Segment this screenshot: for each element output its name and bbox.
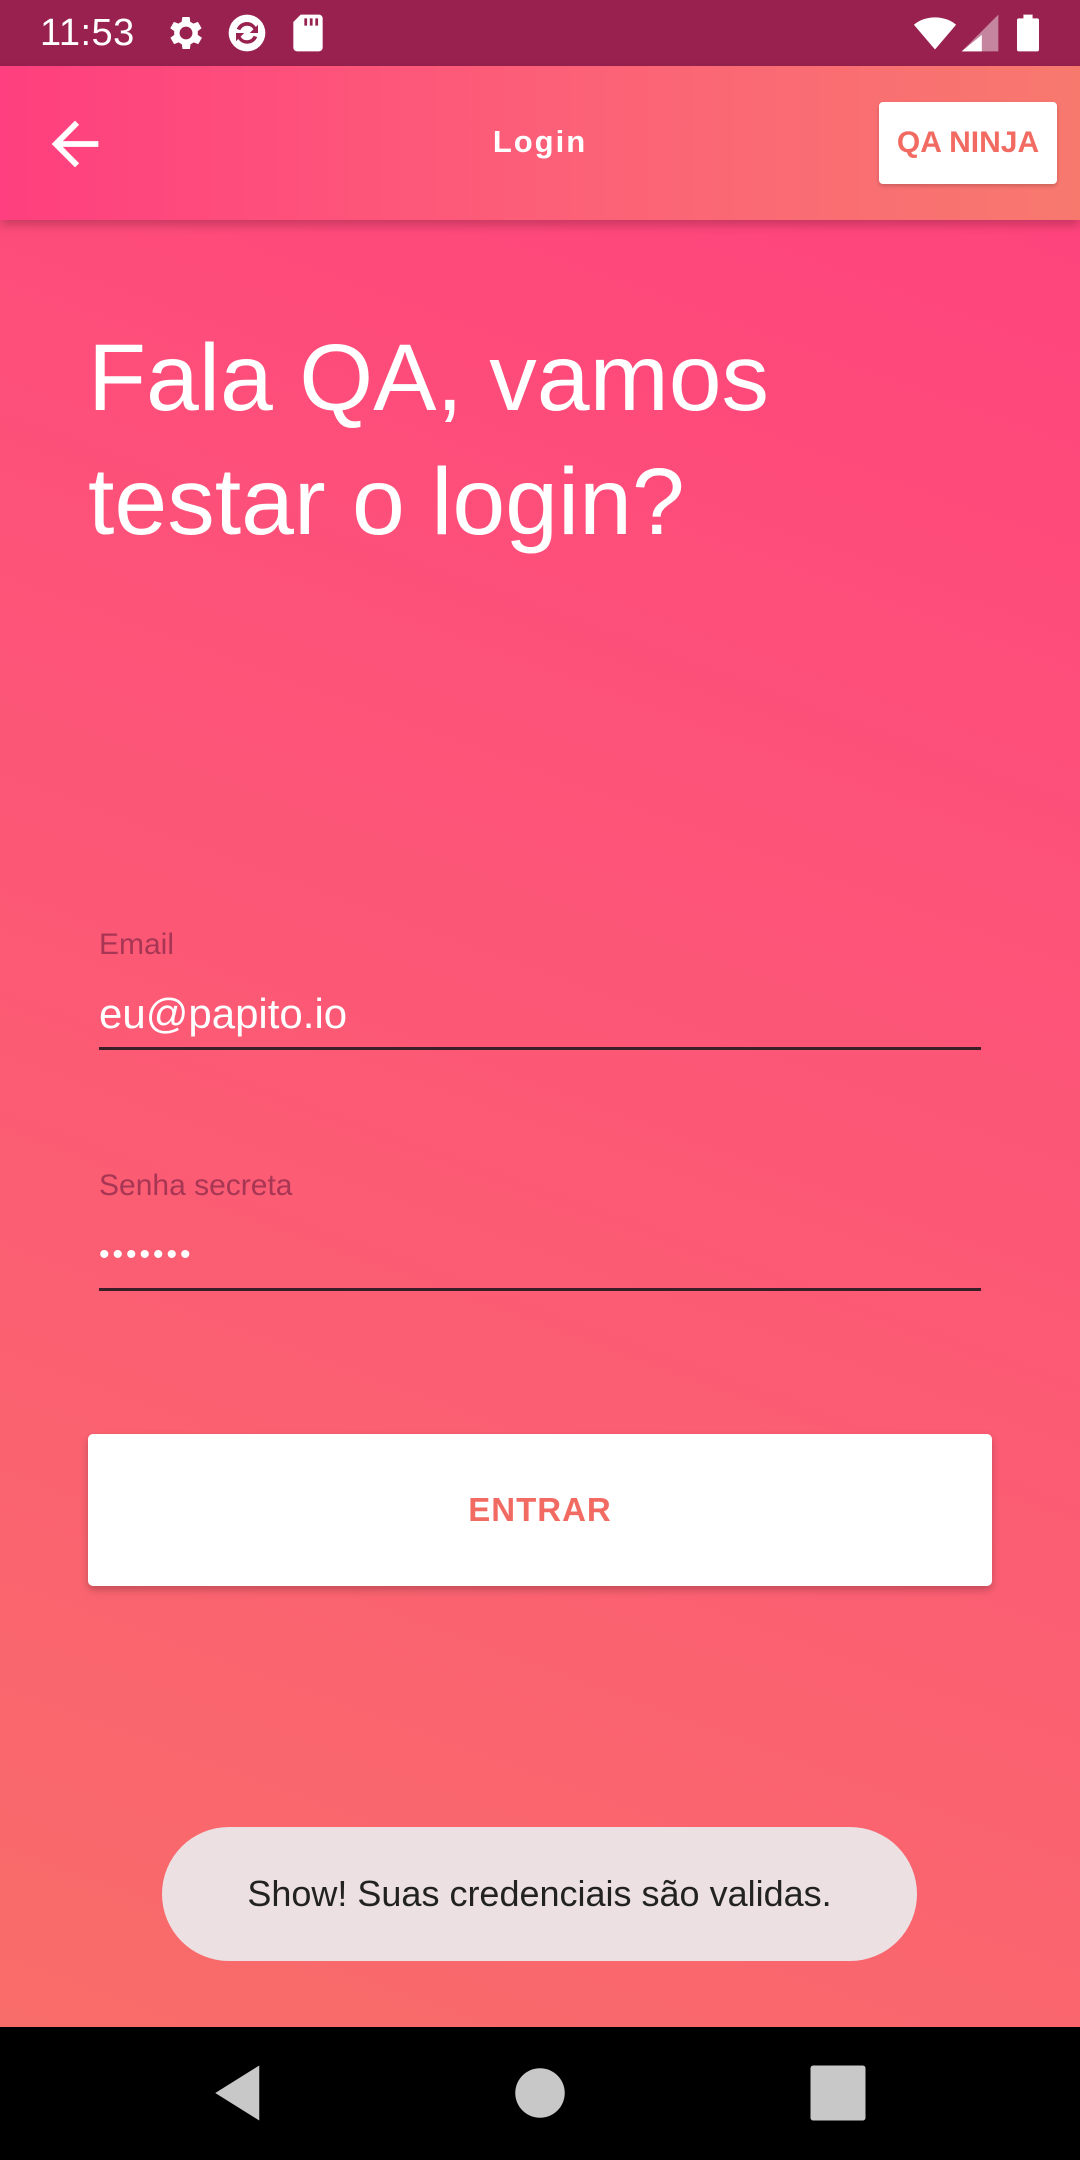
back-triangle-icon <box>215 2065 260 2121</box>
enter-button[interactable]: ENTRAR <box>88 1434 992 1586</box>
recents-square-icon <box>810 2065 866 2121</box>
home-circle-icon <box>515 2068 565 2118</box>
nav-home-button[interactable] <box>507 2060 573 2126</box>
cellular-signal-icon <box>958 11 1002 55</box>
password-field[interactable] <box>99 1221 981 1291</box>
system-nav-bar <box>0 2027 1080 2160</box>
password-label: Senha secreta <box>99 1169 293 1202</box>
toast-message: Show! Suas credenciais são validas. <box>162 1827 917 1961</box>
status-time: 11:53 <box>40 12 135 54</box>
email-label: Email <box>99 928 175 961</box>
sd-card-icon <box>286 11 330 55</box>
welcome-heading: Fala QA, vamos testar o login? <box>88 325 770 555</box>
status-bar: 11:53 <box>0 0 1080 66</box>
email-field[interactable] <box>99 980 981 1050</box>
login-screen: 11:53 Login QA NINJA Fala QA, vamos test… <box>0 0 1080 2160</box>
sync-icon <box>225 11 269 55</box>
nav-recents-button[interactable] <box>805 2060 871 2126</box>
battery-icon <box>1006 11 1050 55</box>
qa-ninja-button[interactable]: QA NINJA <box>879 102 1057 184</box>
app-bar: Login QA NINJA <box>0 66 1080 220</box>
wifi-icon <box>913 11 957 55</box>
nav-back-button[interactable] <box>207 2060 273 2126</box>
gear-icon <box>164 11 208 55</box>
